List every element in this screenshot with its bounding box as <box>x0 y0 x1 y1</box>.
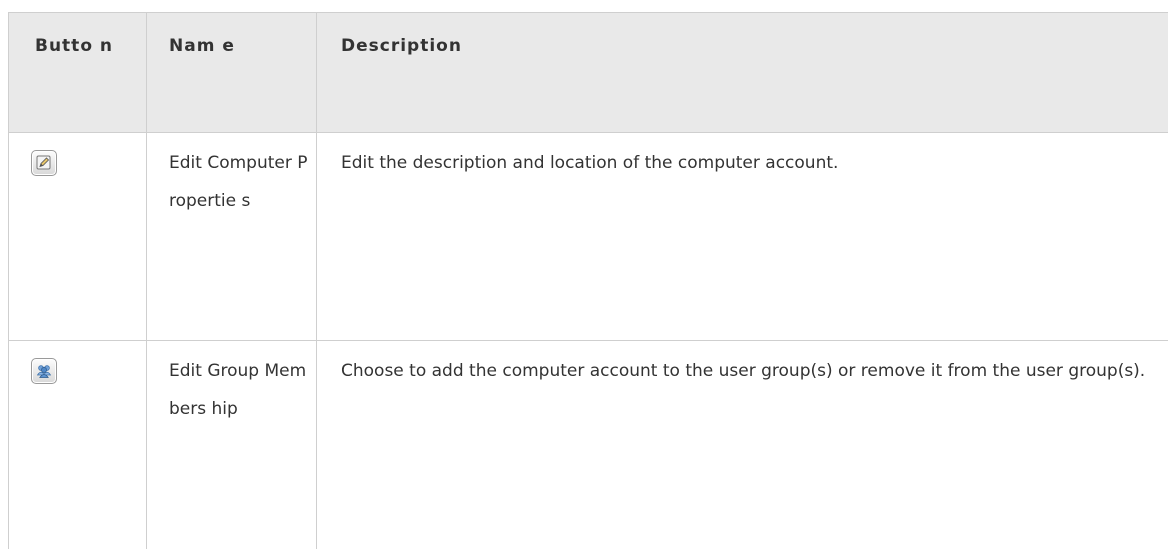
header-description: Description <box>316 12 1168 133</box>
row-description: Edit the description and location of the… <box>316 132 1168 341</box>
table-row: Edit Group Members hip Choose to add the… <box>8 340 1168 549</box>
table-row: Edit Computer Propertie s Edit the descr… <box>8 132 1168 341</box>
row-description: Choose to add the computer account to th… <box>316 340 1168 549</box>
row-name: Edit Computer Propertie s <box>146 132 317 341</box>
button-reference-table: Butto n Nam e Description Edit Computer … <box>8 12 1168 549</box>
button-cell <box>8 132 147 341</box>
header-button: Butto n <box>8 12 147 133</box>
edit-properties-icon[interactable] <box>31 150 57 176</box>
reference-table-container: Butto n Nam e Description Edit Computer … <box>0 0 1168 549</box>
header-name: Nam e <box>146 12 317 133</box>
edit-group-membership-icon[interactable] <box>31 358 57 384</box>
row-name: Edit Group Members hip <box>146 340 317 549</box>
button-cell <box>8 340 147 549</box>
table-header-row: Butto n Nam e Description <box>8 12 1168 133</box>
